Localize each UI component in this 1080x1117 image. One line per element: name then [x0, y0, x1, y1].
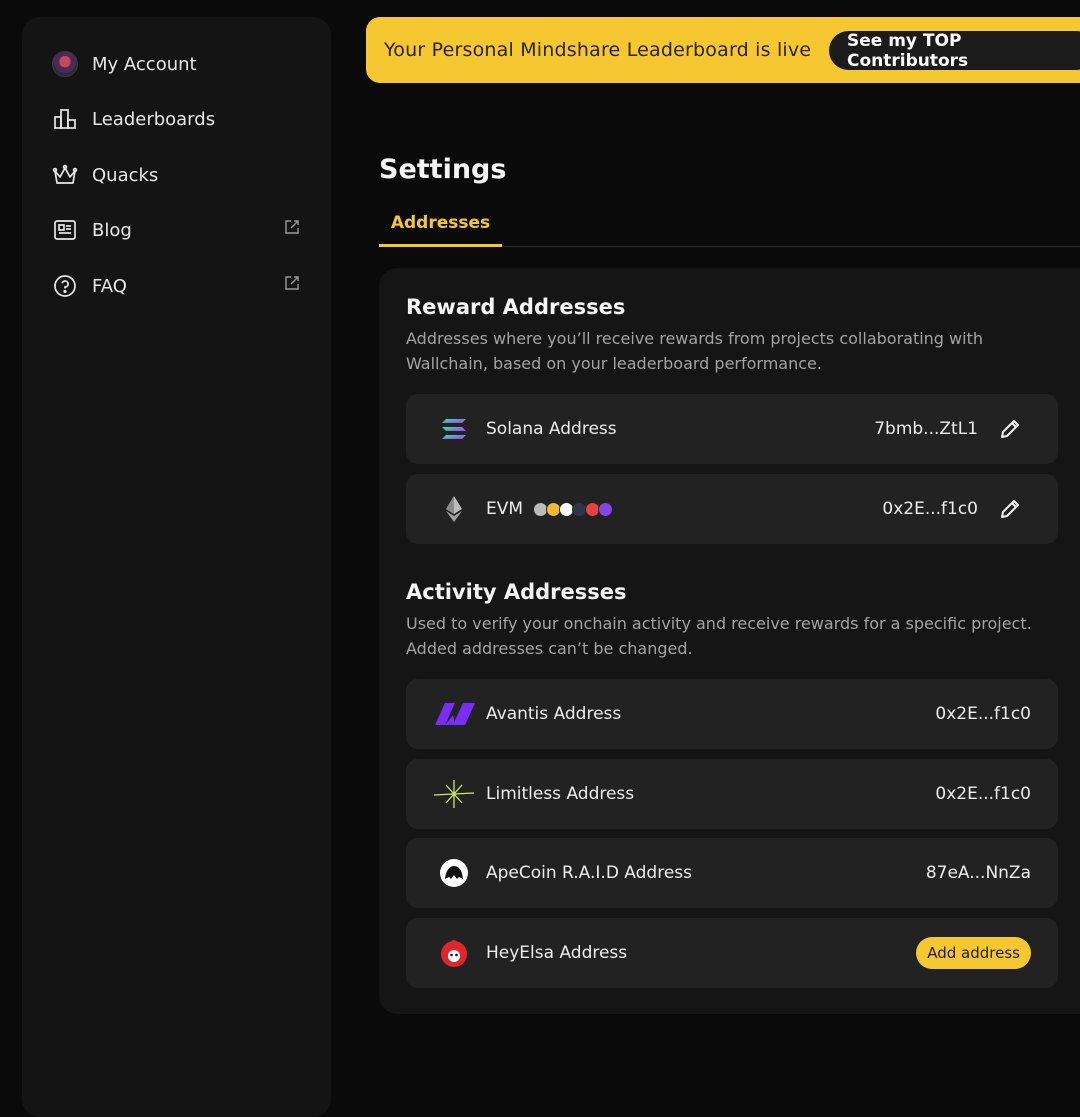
sidebar-item-label: FAQ — [92, 275, 127, 297]
sidebar-item-quacks[interactable]: Quacks — [52, 155, 301, 195]
evm-address-row: EVM 0x2E...f1c0 — [406, 474, 1058, 544]
sidebar-item-label: Blog — [92, 219, 132, 241]
pencil-icon[interactable] — [998, 497, 1022, 521]
row-label: EVM — [486, 499, 524, 519]
chain-icons — [533, 501, 614, 517]
sidebar-item-label: Leaderboards — [92, 108, 216, 130]
crown-icon — [52, 162, 78, 188]
sidebar-item-my-account[interactable]: My Account — [52, 44, 301, 84]
row-label: Solana Address — [486, 419, 617, 439]
heyelsa-icon — [430, 929, 478, 977]
row-label: ApeCoin R.A.I.D Address — [486, 863, 693, 883]
reward-addresses-title: Reward Addresses — [406, 295, 626, 319]
apecoin-icon — [430, 849, 478, 897]
banner-text: Your Personal Mindshare Leaderboard is l… — [384, 39, 812, 61]
external-link-icon — [285, 276, 299, 290]
sidebar-item-blog[interactable]: Blog — [52, 210, 301, 250]
row-label: Limitless Address — [486, 784, 635, 804]
solana-address-row: Solana Address 7bmb...ZtL1 — [406, 394, 1058, 464]
see-top-contributors-button[interactable]: See my TOP Contributors — [829, 31, 1080, 71]
reward-addresses-description: Addresses where you’ll receive rewards f… — [406, 329, 983, 373]
ethereum-icon — [430, 485, 478, 533]
solana-icon — [430, 405, 478, 453]
activity-addresses-description: Used to verify your onchain activity and… — [406, 614, 1032, 658]
activity-addresses-title: Activity Addresses — [406, 580, 627, 604]
external-link-icon — [285, 220, 299, 234]
row-value: 7bmb...ZtL1 — [874, 419, 978, 439]
row-value: 87eA...NnZa — [925, 863, 1031, 883]
sidebar-item-leaderboards[interactable]: Leaderboards — [52, 99, 301, 139]
question-circle-icon — [52, 273, 78, 299]
limitless-address-row: Limitless Address 0x2E...f1c0 — [406, 759, 1058, 829]
row-value: 0x2E...f1c0 — [935, 704, 1031, 724]
row-value: 0x2E...f1c0 — [882, 499, 978, 519]
bar-chart-icon — [52, 106, 78, 132]
add-address-button[interactable]: Add address — [916, 937, 1031, 969]
apecoin-address-row: ApeCoin R.A.I.D Address 87eA...NnZa — [406, 838, 1058, 908]
limitless-icon — [430, 770, 478, 818]
addresses-card: Reward Addresses Addresses where you’ll … — [379, 268, 1080, 1014]
sidebar-item-label: Quacks — [92, 164, 159, 186]
polygon-chain-icon — [598, 501, 614, 517]
sidebar-item-faq[interactable]: FAQ — [52, 266, 301, 306]
newspaper-icon — [52, 217, 78, 243]
heyelsa-address-row: HeyElsa Address Add address — [406, 918, 1058, 988]
sidebar-item-label: My Account — [92, 53, 197, 75]
avatar — [52, 51, 78, 77]
announcement-banner: Your Personal Mindshare Leaderboard is l… — [366, 17, 1080, 83]
pencil-icon[interactable] — [998, 417, 1022, 441]
avantis-address-row: Avantis Address 0x2E...f1c0 — [406, 679, 1058, 749]
row-label: HeyElsa Address — [486, 943, 628, 963]
page-title: Settings — [379, 154, 507, 185]
row-label: Avantis Address — [486, 704, 622, 724]
tab-bar: Addresses — [379, 207, 1080, 247]
tab-addresses[interactable]: Addresses — [379, 207, 502, 247]
sidebar: My Account Leaderboards Quacks Blog FAQ — [22, 17, 331, 1117]
avantis-icon — [430, 690, 478, 738]
row-value: 0x2E...f1c0 — [935, 784, 1031, 804]
